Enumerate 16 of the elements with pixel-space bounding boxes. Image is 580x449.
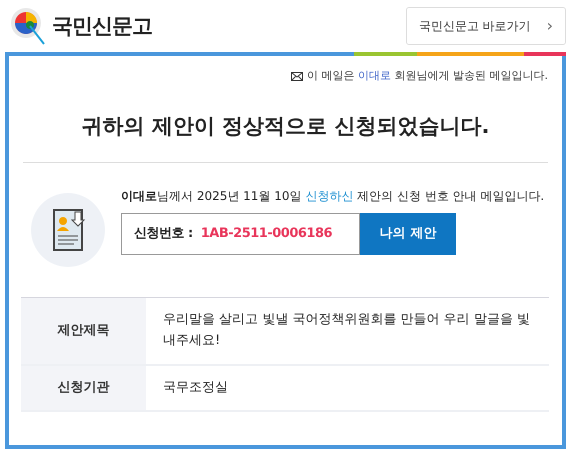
chevron-icon: ›	[546, 14, 553, 38]
applied-link[interactable]: 신청하신	[305, 189, 354, 203]
page-title: 귀하의 제안이 정상적으로 신청되었습니다.	[23, 110, 548, 163]
field-value: 국무조정실	[146, 364, 549, 412]
application-number: 1AB-2511-0006186	[200, 225, 332, 244]
field-label: 신청기관	[21, 364, 146, 412]
member-name-link[interactable]: 이대로	[358, 69, 391, 82]
my-proposals-button[interactable]: 나의 제안	[360, 213, 456, 255]
field-label: 제안제목	[21, 298, 146, 365]
field-value: 우리말을 살리고 빛낼 국어정책위원회를 만들어 우리 말글을 빛내주세요!	[146, 298, 549, 365]
logo-text: 국민신문고	[52, 12, 152, 40]
mail-icon	[291, 72, 303, 81]
application-number-label: 신청번호 :	[134, 225, 193, 244]
portal-link-button[interactable]: 국민신문고 바로가기 ›	[406, 7, 566, 45]
notice-text: 이 메일은 이대로 회원님에게 발송된 메일입니다.	[307, 68, 548, 84]
intro-text: 이대로님께서 2025년 11월 10일 신청하신 제안의 신청 번호 안내 메일입니다.	[121, 188, 544, 205]
